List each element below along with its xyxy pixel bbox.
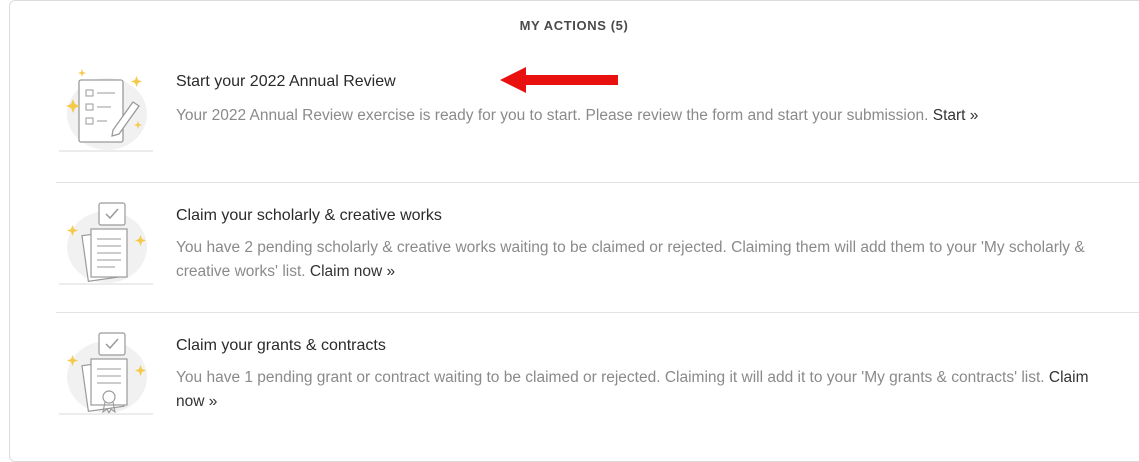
claim-now-link[interactable]: Claim now » (310, 263, 395, 280)
action-description: You have 1 pending grant or contract wai… (176, 366, 1106, 414)
scholarly-works-document-icon (59, 202, 153, 285)
action-description: Your 2022 Annual Review exercise is read… (176, 104, 1106, 128)
action-item-grants-contracts: Claim your grants & contracts You have 1… (56, 325, 1139, 435)
action-title: Claim your scholarly & creative works (176, 207, 442, 224)
annual-review-form-icon (59, 69, 153, 152)
grants-certificate-icon (59, 332, 153, 415)
action-description: You have 2 pending scholarly & creative … (176, 236, 1106, 284)
divider (56, 182, 1139, 183)
red-arrow-icon (500, 67, 618, 93)
action-description-text: Your 2022 Annual Review exercise is read… (176, 107, 929, 124)
action-item-scholarly-works: Claim your scholarly & creative works Yo… (56, 195, 1139, 305)
action-description-text: You have 1 pending grant or contract wai… (176, 369, 1045, 386)
panel-title: MY ACTIONS (5) (519, 18, 629, 33)
action-title: Start your 2022 Annual Review (176, 73, 396, 90)
action-title: Claim your grants & contracts (176, 337, 386, 354)
start-link[interactable]: Start » (933, 107, 979, 124)
panel-header: MY ACTIONS (5) (9, 18, 1139, 33)
divider (56, 312, 1139, 313)
